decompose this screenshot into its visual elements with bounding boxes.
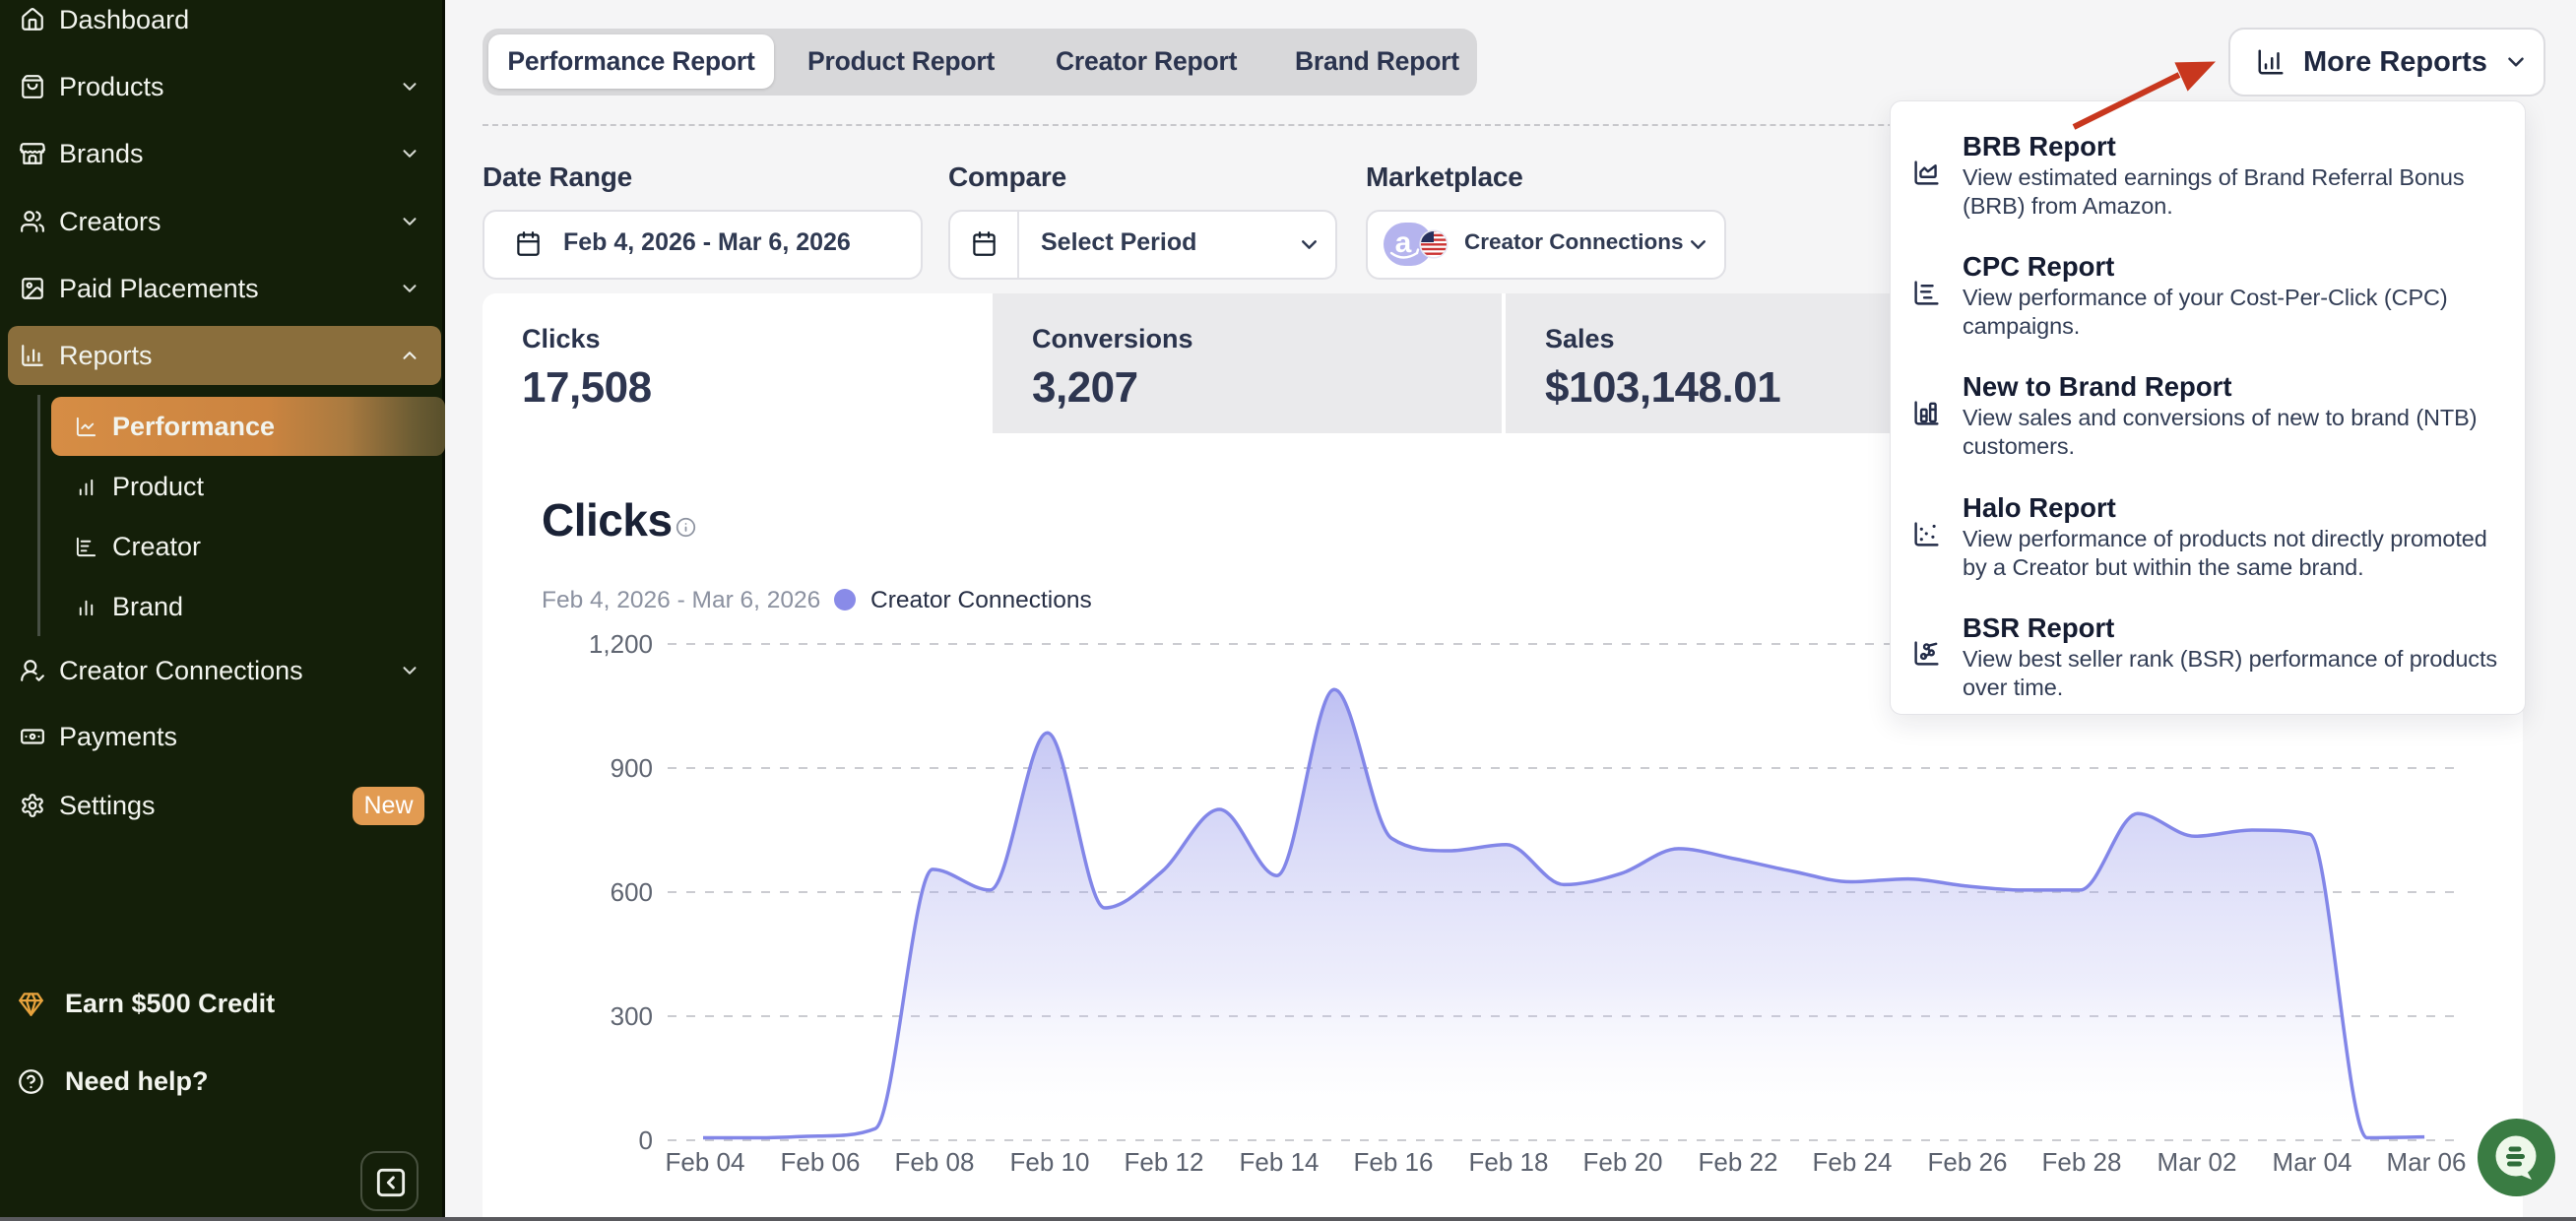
svg-text:Feb 22: Feb 22 [1699,1147,1778,1177]
svg-text:Mar 04: Mar 04 [2273,1147,2352,1177]
svg-text:300: 300 [611,1001,653,1031]
svg-text:Feb 26: Feb 26 [1928,1147,2008,1177]
svg-text:Feb 28: Feb 28 [2042,1147,2122,1177]
svg-text:1,200: 1,200 [589,629,653,659]
svg-text:0: 0 [639,1125,653,1155]
svg-text:a: a [1395,226,1412,259]
svg-text:Feb 18: Feb 18 [1469,1147,1549,1177]
svg-text:Feb 06: Feb 06 [781,1147,861,1177]
svg-text:Feb 10: Feb 10 [1010,1147,1090,1177]
svg-text:Mar 06: Mar 06 [2387,1147,2467,1177]
svg-text:Feb 24: Feb 24 [1813,1147,1893,1177]
svg-text:Mar 02: Mar 02 [2157,1147,2237,1177]
svg-text:Feb 12: Feb 12 [1125,1147,1204,1177]
svg-text:Feb 14: Feb 14 [1240,1147,1320,1177]
svg-text:600: 600 [611,877,653,907]
svg-text:Feb 08: Feb 08 [895,1147,975,1177]
svg-text:Feb 16: Feb 16 [1354,1147,1434,1177]
svg-text:Feb 04: Feb 04 [666,1147,745,1177]
svg-text:Feb 20: Feb 20 [1583,1147,1663,1177]
svg-text:900: 900 [611,753,653,783]
